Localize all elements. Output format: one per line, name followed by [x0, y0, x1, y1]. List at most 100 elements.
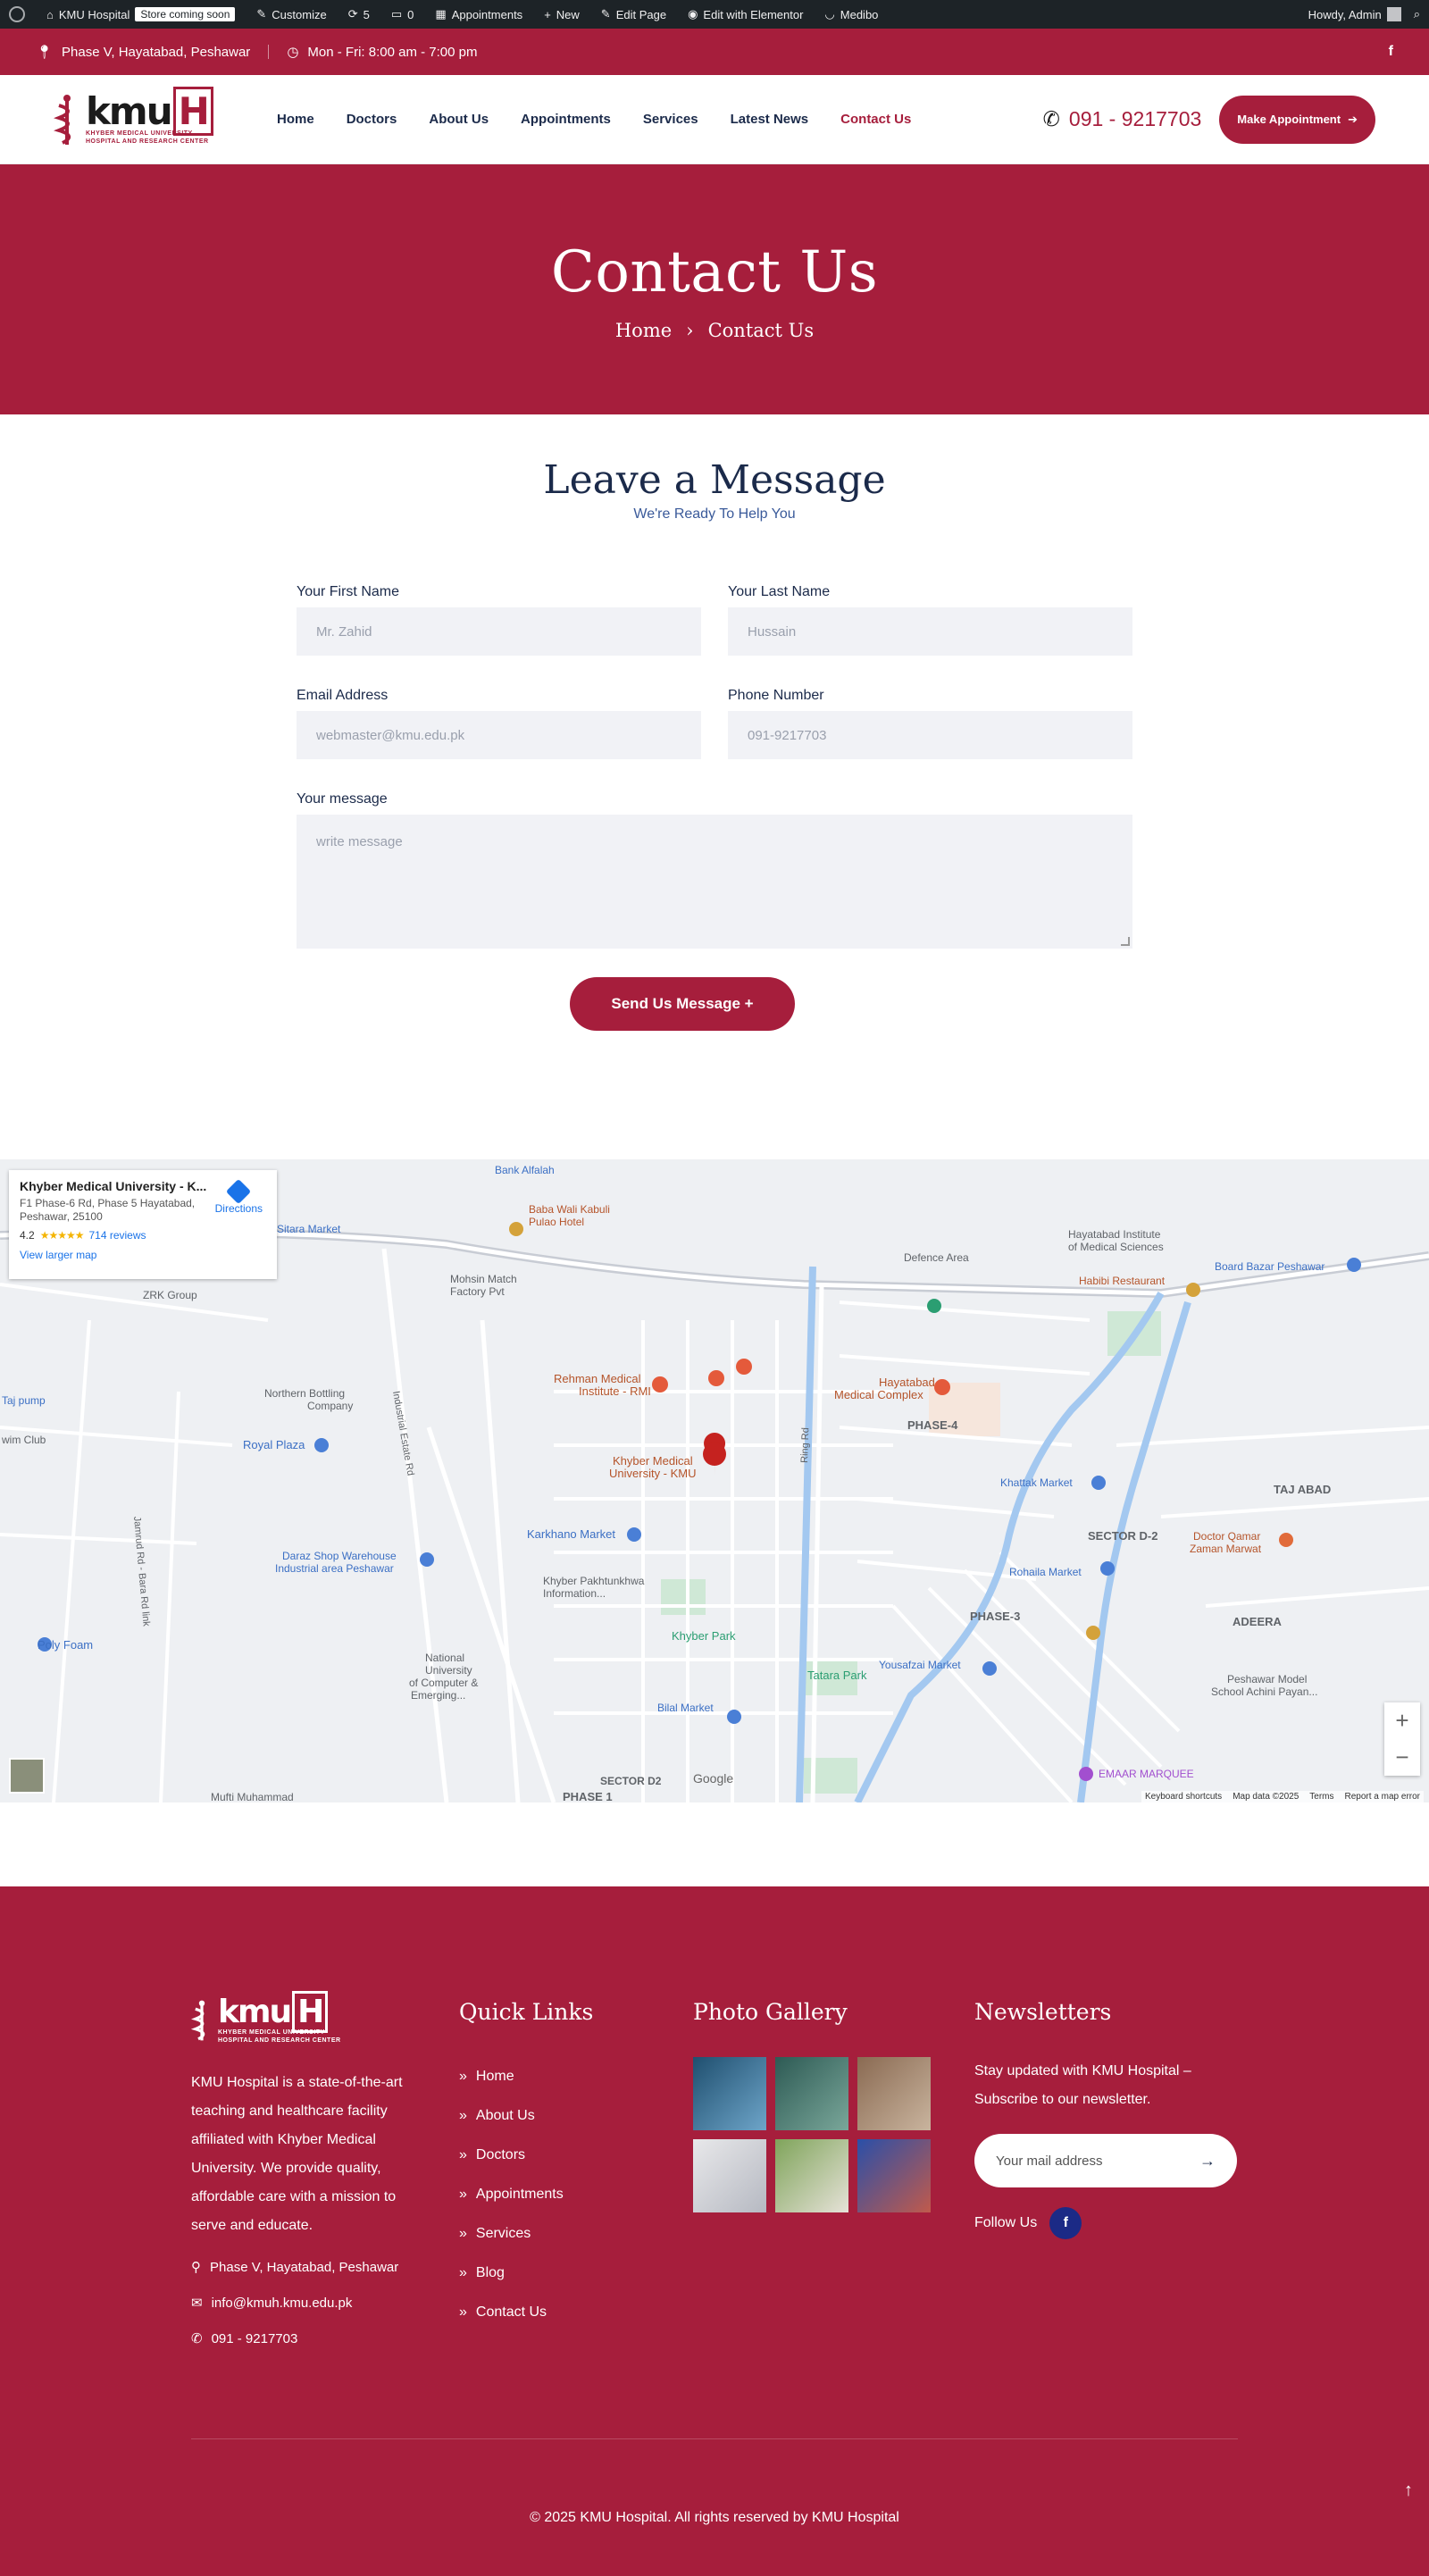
last-name-input[interactable]: Hussain: [728, 607, 1132, 656]
shopping-pin[interactable]: [314, 1438, 329, 1452]
gallery-photo[interactable]: [693, 2057, 766, 2130]
footer-phone[interactable]: ✆ 091 - 9217703: [191, 2321, 414, 2356]
venue-pin[interactable]: [1079, 1767, 1093, 1781]
restaurant-pin[interactable]: [509, 1222, 523, 1236]
double-chevron-icon: »: [459, 2265, 467, 2280]
search-icon[interactable]: ⌕: [1414, 7, 1420, 21]
map-label-polyfoam: Poly Foam: [38, 1638, 93, 1652]
nav-contact[interactable]: Contact Us: [840, 112, 911, 127]
hospital-pin[interactable]: [708, 1370, 724, 1386]
report-map-error-link[interactable]: Report a map error: [1345, 1792, 1420, 1802]
phone-icon: ✆: [191, 2331, 203, 2346]
shopping-pin[interactable]: [1347, 1258, 1361, 1272]
map-label-emerging: Emerging...: [411, 1689, 465, 1702]
arrow-up-icon[interactable]: ↑: [1404, 2480, 1413, 2501]
admin-customize[interactable]: ✎ Customize: [256, 7, 326, 21]
email-label: Email Address: [297, 688, 389, 703]
restaurant-pin[interactable]: [1086, 1626, 1100, 1640]
footer-link-blog[interactable]: » Blog: [459, 2254, 593, 2293]
footer-address: ⚲ Phase V, Hayatabad, Peshawar: [191, 2259, 399, 2276]
admin-elementor[interactable]: ◉ Edit with Elementor: [688, 7, 803, 21]
gallery-photo[interactable]: [775, 2057, 848, 2130]
admin-account[interactable]: Howdy, Admin: [1308, 7, 1401, 21]
footer-logo[interactable]: kmu H KHYBER MEDICAL UNIVERSITY HOSPITAL …: [191, 1991, 414, 2045]
shopping-pin[interactable]: [727, 1710, 741, 1724]
map-layer-toggle[interactable]: [9, 1758, 45, 1794]
contact-form: Your First Name Mr. Zahid Your Last Name H…: [297, 584, 1132, 949]
footer-link-services[interactable]: » Services: [459, 2214, 593, 2254]
footer-link-appointments[interactable]: » Appointments: [459, 2175, 593, 2214]
footer-email[interactable]: ✉ info@kmuh.kmu.edu.pk: [191, 2285, 414, 2321]
admin-comments[interactable]: ▭ 0: [391, 7, 414, 21]
wordpress-icon[interactable]: [9, 6, 25, 22]
shopping-pin[interactable]: [1100, 1561, 1115, 1576]
admin-medibo[interactable]: ◡ Medibo: [824, 7, 878, 21]
double-chevron-icon: »: [459, 2147, 467, 2162]
map-label-daraz: Daraz Shop Warehouse: [282, 1550, 397, 1562]
gallery-photo[interactable]: [775, 2139, 848, 2212]
doctor-pin[interactable]: [1279, 1533, 1293, 1547]
footer-divider: [191, 2438, 1238, 2439]
nav-about[interactable]: About Us: [429, 112, 489, 127]
terms-link[interactable]: Terms: [1309, 1792, 1333, 1802]
footer-link-doctors[interactable]: » Doctors: [459, 2136, 593, 2175]
copyright: © 2025 KMU Hospital. All rights reserved…: [530, 2510, 899, 2525]
footer-link-about[interactable]: » About Us: [459, 2096, 593, 2136]
hospital-pin[interactable]: [934, 1379, 950, 1395]
site-logo[interactable]: kmu H KHYBER MEDICAL UNIVERSITY HOSPITAL …: [54, 86, 223, 148]
zoom-out-button[interactable]: −: [1395, 1744, 1408, 1771]
view-larger-map-link[interactable]: View larger map: [20, 1249, 266, 1261]
nav-services[interactable]: Services: [643, 112, 698, 127]
map-label-rohaila: Rohaila Market: [1009, 1566, 1082, 1578]
double-chevron-icon: »: [459, 2187, 467, 2202]
header-phone[interactable]: ✆ 091 - 9217703: [1043, 107, 1202, 131]
map-label-wimclub: wim Club: [1, 1434, 46, 1446]
footer-description: KMU Hospital is a state-of-the-art teach…: [191, 2075, 403, 2233]
first-name-input[interactable]: Mr. Zahid: [297, 607, 701, 656]
shopping-pin[interactable]: [420, 1552, 434, 1567]
arrow-right-icon[interactable]: →: [1199, 2152, 1216, 2170]
facebook-icon[interactable]: f: [1389, 44, 1393, 60]
admin-appointments[interactable]: ▦ Appointments: [435, 7, 522, 21]
map-label-yousafzai: Yousafzai Market: [879, 1659, 961, 1671]
map-label-company: Company: [307, 1400, 353, 1412]
send-message-button[interactable]: Send Us Message +: [570, 977, 795, 1031]
admin-edit-page[interactable]: ✎ Edit Page: [601, 7, 666, 21]
nav-doctors[interactable]: Doctors: [347, 112, 397, 127]
admin-new[interactable]: + New: [544, 8, 580, 21]
map-reviews-link[interactable]: 714 reviews: [88, 1229, 146, 1242]
map-label-hayatabadinst: Hayatabad Institute: [1068, 1228, 1161, 1241]
make-appointment-button[interactable]: Make Appointment ➔: [1219, 95, 1375, 144]
nav-home[interactable]: Home: [277, 112, 314, 127]
footer-link-home[interactable]: » Home: [459, 2057, 593, 2096]
breadcrumb-home[interactable]: Home: [615, 320, 672, 341]
directions-button[interactable]: Directions: [215, 1178, 263, 1215]
message-textarea[interactable]: write message: [297, 815, 1132, 949]
keyboard-shortcuts-link[interactable]: Keyboard shortcuts: [1145, 1792, 1222, 1802]
newsletter-email-input[interactable]: Your mail address →: [974, 2134, 1237, 2187]
contact-section: Leave a Message We're Ready To Help You …: [0, 414, 1429, 1159]
google-map[interactable]: Khyber Medical University - KMU Hayataba…: [0, 1159, 1429, 1802]
nav-appointments[interactable]: Appointments: [521, 112, 611, 127]
nav-latest-news[interactable]: Latest News: [731, 112, 809, 127]
shopping-pin[interactable]: [1091, 1476, 1106, 1490]
gallery-photo[interactable]: [857, 2139, 931, 2212]
calendar-icon: ▦: [435, 7, 447, 21]
zoom-in-button[interactable]: +: [1395, 1707, 1408, 1735]
facebook-icon[interactable]: f: [1049, 2207, 1082, 2239]
hospital-pin[interactable]: [736, 1359, 752, 1375]
clock-icon: ◷: [287, 45, 299, 60]
gallery-photo[interactable]: [693, 2139, 766, 2212]
admin-updates[interactable]: ⟳ 5: [348, 7, 370, 21]
shopping-pin[interactable]: [982, 1661, 997, 1676]
gallery-photo[interactable]: [857, 2057, 931, 2130]
park-pin[interactable]: [927, 1299, 941, 1313]
hospital-pin[interactable]: [652, 1376, 668, 1393]
shopping-pin[interactable]: [627, 1527, 641, 1542]
restaurant-pin[interactable]: [1186, 1283, 1200, 1297]
phone-input[interactable]: 091-9217703: [728, 711, 1132, 759]
footer-link-contact[interactable]: » Contact Us: [459, 2293, 593, 2332]
brush-icon: ✎: [256, 7, 267, 21]
admin-site-link[interactable]: ⌂ KMU Hospital Store coming soon: [46, 7, 236, 21]
email-input[interactable]: webmaster@kmu.edu.pk: [297, 711, 701, 759]
